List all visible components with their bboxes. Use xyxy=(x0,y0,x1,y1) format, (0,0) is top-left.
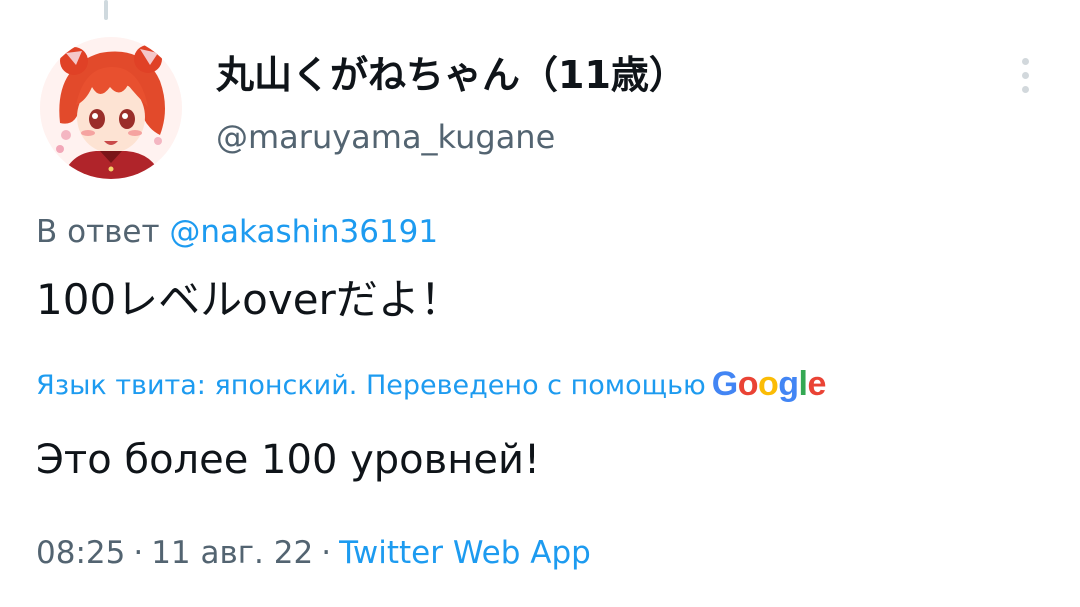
avatar[interactable] xyxy=(40,37,182,179)
tweet-date[interactable]: 11 авг. 22 xyxy=(151,535,313,571)
translation-attribution[interactable]: Язык твита: японский. Переведено с помощ… xyxy=(36,363,826,407)
separator-dot: · xyxy=(321,535,332,571)
tweet-text: 100レベルoverだよ！ xyxy=(36,275,462,324)
reply-prefix: В ответ xyxy=(36,214,160,250)
thread-connector-line xyxy=(104,0,108,20)
tweet-time[interactable]: 08:25 xyxy=(36,535,125,571)
translated-text: Это более 100 уровней! xyxy=(36,437,541,483)
author-display-name[interactable]: 丸山くがねちゃん（11歳） xyxy=(216,52,687,98)
translation-label: Язык твита: японский. Переведено с помощ… xyxy=(36,370,706,401)
tweet-metadata: 08:25 · 11 авг. 22 · Twitter Web App xyxy=(36,531,591,575)
google-logo: Google xyxy=(711,365,827,403)
reply-mention-link[interactable]: @nakashin36191 xyxy=(169,214,438,250)
source-app-link[interactable]: Twitter Web App xyxy=(339,535,591,571)
reply-context: В ответ @nakashin36191 xyxy=(36,210,438,254)
avatar-image xyxy=(40,37,182,179)
separator-dot: · xyxy=(133,535,144,571)
more-options-button[interactable] xyxy=(1006,52,1046,98)
author-handle[interactable]: @maruyama_kugane xyxy=(216,116,555,158)
